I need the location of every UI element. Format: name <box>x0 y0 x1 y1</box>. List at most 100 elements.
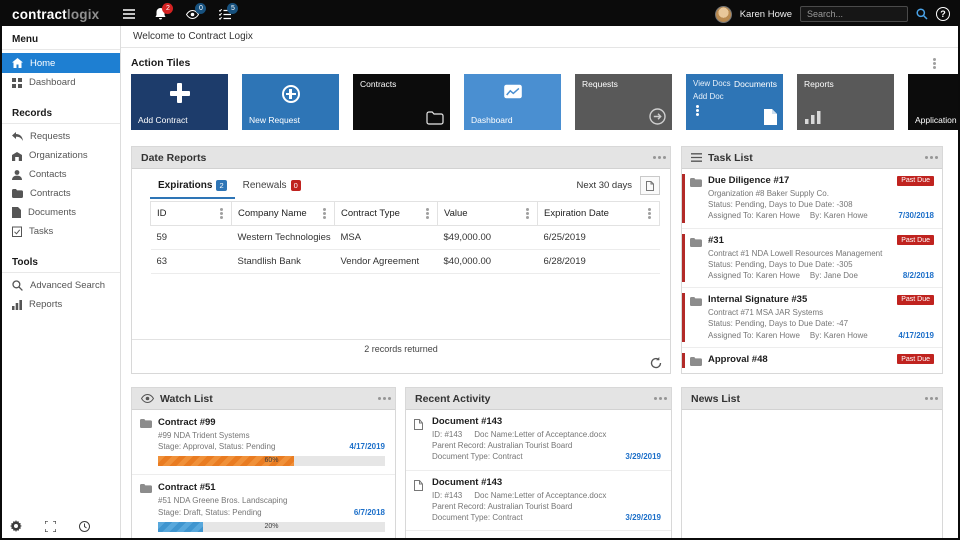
date-reports-body: Expirations 2 Renewals 0 Next 30 days <box>132 169 670 373</box>
export-icon[interactable] <box>640 176 660 195</box>
activity-item[interactable]: Document #143 ID: #143Doc Name:Letter of… <box>406 471 671 532</box>
help-icon[interactable] <box>936 7 950 21</box>
task-list-item[interactable]: Due Diligence #17Past Due Organization #… <box>682 169 942 229</box>
panels-row-2: Watch List Contract #99 #99 NDA Trident … <box>131 387 958 538</box>
table-row[interactable]: 63 Standlish Bank Vendor Agreement $40,0… <box>151 250 660 274</box>
search-input[interactable] <box>800 6 908 22</box>
file-icon <box>764 109 777 125</box>
column-menu-icon[interactable] <box>426 212 429 215</box>
activity-doc-name: Doc Name:Letter of Acceptance.docx <box>474 490 606 501</box>
tile-menu-add-doc[interactable]: Add Doc <box>693 92 724 101</box>
tile-label: Requests <box>582 79 618 89</box>
cell-value: $40,000.00 <box>438 250 538 274</box>
tile-label: Dashboard <box>471 115 513 125</box>
drag-handle-icon[interactable] <box>930 397 933 400</box>
cell-type: MSA <box>335 226 438 250</box>
tile-new-request[interactable]: New Request <box>242 74 339 130</box>
sidebar-item-reports[interactable]: Reports <box>2 295 120 314</box>
table-row[interactable]: 59 Western Technologies MSA $49,000.00 6… <box>151 226 660 250</box>
past-due-badge: Past Due <box>897 176 934 186</box>
tile-menu-view-docs[interactable]: View Docs <box>693 79 731 88</box>
sidebar-item-requests[interactable]: Requests <box>2 127 120 146</box>
cell-company: Western Technologies <box>232 226 335 250</box>
sidebar-item-contacts[interactable]: Contacts <box>2 165 120 184</box>
progress-label: 60% <box>158 456 385 466</box>
cell-id: 63 <box>151 250 232 274</box>
column-menu-icon[interactable] <box>526 212 529 215</box>
sidebar-item-label: Advanced Search <box>30 280 105 291</box>
avatar[interactable] <box>715 6 732 23</box>
drag-handle-icon[interactable] <box>383 397 386 400</box>
sidebar-item-label: Reports <box>29 299 62 310</box>
hamburger-menu-icon[interactable] <box>123 2 135 26</box>
cell-expiration: 6/25/2019 <box>538 226 660 250</box>
sidebar-item-contracts[interactable]: Contracts <box>2 184 120 203</box>
watch-eye-icon[interactable]: 0 <box>186 2 199 26</box>
watch-list-item[interactable]: Contract #99 #99 NDA Trident Systems Sta… <box>132 410 395 475</box>
task-status: Status: Pending, Days to Due Date: -305 <box>708 259 934 270</box>
tile-documents[interactable]: View Docs Add Doc Documents <box>686 74 783 130</box>
tile-dashboard[interactable]: Dashboard <box>464 74 561 130</box>
sidebar-item-tasks[interactable]: Tasks <box>2 222 120 241</box>
tile-reports[interactable]: Reports <box>797 74 894 130</box>
bar-chart-icon <box>12 300 22 310</box>
tab-label: Expirations <box>158 180 212 191</box>
drag-handle-icon[interactable] <box>658 156 661 159</box>
range-label: Next 30 days <box>577 180 632 191</box>
tile-contracts[interactable]: Contracts <box>353 74 450 130</box>
sidebar-item-dashboard[interactable]: Dashboard <box>2 73 120 92</box>
settings-gear-icon[interactable] <box>10 520 22 532</box>
tile-requests[interactable]: Requests <box>575 74 672 130</box>
sidebar-item-organizations[interactable]: Organizations <box>2 146 120 165</box>
tab-renewals[interactable]: Renewals 0 <box>235 175 309 199</box>
history-clock-icon[interactable] <box>79 521 90 532</box>
tile-application[interactable]: Application <box>908 74 958 130</box>
tile-documents-menu: View Docs Add Doc <box>693 79 731 116</box>
task-record: Contract #1 NDA Lowell Resources Managem… <box>708 248 934 259</box>
past-due-badge: Past Due <box>897 354 934 364</box>
column-menu-icon[interactable] <box>648 212 651 215</box>
sidebar-item-label: Organizations <box>29 150 88 161</box>
app-logo[interactable]: contractlogix <box>10 7 113 22</box>
panel-news-list: News List <box>681 387 943 538</box>
task-list-item[interactable]: Approval #48Past Due <box>682 348 942 373</box>
sidebar-item-home[interactable]: Home <box>2 53 120 73</box>
column-menu-icon[interactable] <box>220 212 223 215</box>
drag-handle-icon[interactable] <box>659 397 662 400</box>
fullscreen-icon[interactable] <box>45 521 56 532</box>
drag-handle-icon[interactable] <box>930 156 933 159</box>
watch-list-item[interactable]: Contract #51 #51 NDA Greene Bros. Landsc… <box>132 475 395 538</box>
sidebar-item-label: Tasks <box>29 226 53 237</box>
notifications-bell-icon[interactable]: 2 <box>155 2 166 26</box>
task-list-item[interactable]: Internal Signature #35Past Due Contract … <box>682 288 942 348</box>
folder-icon <box>690 178 702 187</box>
activity-item[interactable]: Document #143 <box>406 531 671 538</box>
panel-title: Task List <box>708 152 753 164</box>
task-list-item[interactable]: #31Past Due Contract #1 NDA Lowell Resou… <box>682 229 942 289</box>
watch-list-header: Watch List <box>132 388 395 410</box>
watch-title: Contract #51 <box>158 482 385 493</box>
task-list-body: Due Diligence #17Past Due Organization #… <box>682 169 942 373</box>
cell-type: Vendor Agreement <box>335 250 438 274</box>
column-menu-icon[interactable] <box>323 212 326 215</box>
past-due-badge: Past Due <box>897 295 934 305</box>
folder-icon <box>690 297 702 306</box>
tile-add-contract[interactable]: Add Contract <box>131 74 228 130</box>
search-icon[interactable] <box>916 2 928 26</box>
task-checklist-icon[interactable]: 5 <box>219 2 231 26</box>
task-list-header: Task List <box>682 147 942 169</box>
action-tiles-menu-icon[interactable] <box>933 62 936 65</box>
news-list-header: News List <box>682 388 942 410</box>
user-name[interactable]: Karen Howe <box>740 9 792 20</box>
sidebar-item-documents[interactable]: Documents <box>2 203 120 222</box>
sidebar-item-advanced-search[interactable]: Advanced Search <box>2 276 120 295</box>
refresh-icon[interactable] <box>650 357 662 369</box>
panel-title: News List <box>691 393 740 405</box>
tab-expirations[interactable]: Expirations 2 <box>150 175 235 199</box>
date-reports-table: ID Company Name Contract Type Value Expi… <box>150 201 660 274</box>
task-by: By: Jane Doe <box>810 270 858 281</box>
task-status: Status: Pending, Days to Due Date: -308 <box>708 199 934 210</box>
activity-item[interactable]: Document #143 ID: #143Doc Name:Letter of… <box>406 410 671 471</box>
tile-more-icon[interactable] <box>696 109 699 112</box>
column-label: Expiration Date <box>544 208 609 219</box>
